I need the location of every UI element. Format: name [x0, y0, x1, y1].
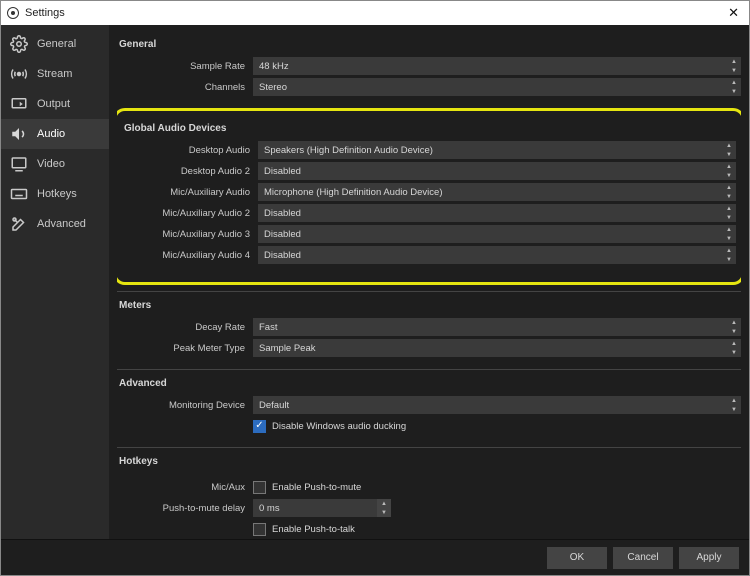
sidebar-item-label: Output — [37, 98, 70, 110]
audio-icon — [9, 125, 29, 143]
group-meters: Meters Decay RateFast▲▼ Peak Meter TypeS… — [117, 291, 741, 365]
monitoring-device-select[interactable]: Default▲▼ — [253, 396, 741, 414]
sidebar-item-audio[interactable]: Audio — [1, 119, 109, 149]
output-icon — [9, 95, 29, 113]
mic-aux-audio-4-select[interactable]: Disabled▲▼ — [258, 246, 736, 264]
close-icon[interactable]: ✕ — [724, 5, 743, 21]
tools-icon — [9, 215, 29, 233]
group-hotkeys: Hotkeys Mic/Aux Enable Push-to-mute Push… — [117, 447, 741, 539]
chevron-up-icon: ▲ — [722, 246, 736, 255]
window-title: Settings — [25, 7, 65, 19]
decay-rate-select[interactable]: Fast▲▼ — [253, 318, 741, 336]
sidebar: General Stream Output Audio — [1, 25, 109, 539]
channels-label: Channels — [117, 82, 253, 93]
sidebar-item-advanced[interactable]: Advanced — [1, 209, 109, 239]
chevron-down-icon: ▼ — [722, 192, 736, 201]
titlebar: Settings ✕ — [1, 1, 749, 25]
chevron-down-icon: ▼ — [727, 66, 741, 75]
desktop-audio-select[interactable]: Speakers (High Definition Audio Device)▲… — [258, 141, 736, 159]
desktop-audio-label: Desktop Audio — [122, 145, 258, 156]
sidebar-item-video[interactable]: Video — [1, 149, 109, 179]
group-general: General Sample Rate 48 kHz ▲▼ Channels S… — [117, 31, 741, 104]
chevron-up-icon: ▲ — [727, 396, 741, 405]
sidebar-item-hotkeys[interactable]: Hotkeys — [1, 179, 109, 209]
chevron-up-icon: ▲ — [727, 339, 741, 348]
mic-aux-audio-3-select[interactable]: Disabled▲▼ — [258, 225, 736, 243]
micaux-ptm-delay-input[interactable]: 0 ms ▲▼ — [253, 499, 391, 517]
sample-rate-select[interactable]: 48 kHz ▲▼ — [253, 57, 741, 75]
sidebar-item-label: General — [37, 38, 76, 50]
micaux-ptm-checkbox[interactable] — [253, 481, 266, 494]
chevron-up-icon: ▲ — [722, 183, 736, 192]
sidebar-item-label: Hotkeys — [37, 188, 77, 200]
group-global-audio-devices: Global Audio Devices Desktop AudioSpeake… — [122, 115, 736, 272]
group-title: General — [117, 35, 741, 56]
chevron-down-icon: ▼ — [722, 171, 736, 180]
chevron-up-icon: ▲ — [722, 225, 736, 234]
desktop-audio-2-select[interactable]: Disabled▲▼ — [258, 162, 736, 180]
sidebar-item-label: Video — [37, 158, 65, 170]
chevron-down-icon[interactable]: ▼ — [377, 508, 391, 517]
main-panel: General Sample Rate 48 kHz ▲▼ Channels S… — [109, 25, 749, 539]
chevron-up-icon: ▲ — [727, 57, 741, 66]
app-icon — [7, 7, 19, 19]
mic-aux-audio-select[interactable]: Microphone (High Definition Audio Device… — [258, 183, 736, 201]
sidebar-item-output[interactable]: Output — [1, 89, 109, 119]
apply-button[interactable]: Apply — [679, 547, 739, 569]
micaux-ptt-checkbox[interactable] — [253, 523, 266, 536]
chevron-down-icon: ▼ — [722, 234, 736, 243]
decay-rate-label: Decay Rate — [117, 322, 253, 333]
chevron-down-icon: ▼ — [727, 87, 741, 96]
micaux-ptm-delay-label: Push-to-mute delay — [117, 503, 253, 514]
mic-aux-audio-2-label: Mic/Auxiliary Audio 2 — [122, 208, 258, 219]
group-title: Global Audio Devices — [122, 119, 736, 140]
chevron-down-icon: ▼ — [727, 327, 741, 336]
mic-aux-audio-4-label: Mic/Auxiliary Audio 4 — [122, 250, 258, 261]
sidebar-item-general[interactable]: General — [1, 29, 109, 59]
sidebar-item-stream[interactable]: Stream — [1, 59, 109, 89]
peak-meter-label: Peak Meter Type — [117, 343, 253, 354]
mic-aux-audio-label: Mic/Auxiliary Audio — [122, 187, 258, 198]
sample-rate-label: Sample Rate — [117, 61, 253, 72]
monitoring-device-label: Monitoring Device — [117, 400, 253, 411]
chevron-up-icon[interactable]: ▲ — [377, 499, 391, 508]
micaux-ptt-label: Enable Push-to-talk — [272, 524, 355, 535]
highlighted-region: Global Audio Devices Desktop AudioSpeake… — [117, 108, 741, 285]
micaux-section-label: Mic/Aux — [117, 482, 253, 493]
sidebar-item-label: Audio — [37, 128, 65, 140]
broadcast-icon — [9, 65, 29, 83]
chevron-up-icon: ▲ — [722, 141, 736, 150]
ducking-checkbox[interactable] — [253, 420, 266, 433]
peak-meter-select[interactable]: Sample Peak▲▼ — [253, 339, 741, 357]
keyboard-icon — [9, 185, 29, 203]
group-title: Hotkeys — [117, 452, 741, 473]
footer: OK Cancel Apply — [1, 539, 749, 575]
chevron-up-icon: ▲ — [727, 318, 741, 327]
chevron-down-icon: ▼ — [727, 405, 741, 414]
chevron-down-icon: ▼ — [727, 348, 741, 357]
gear-icon — [9, 35, 29, 53]
micaux-ptm-label: Enable Push-to-mute — [272, 482, 361, 493]
ok-button[interactable]: OK — [547, 547, 607, 569]
ducking-label: Disable Windows audio ducking — [272, 421, 406, 432]
group-advanced: Advanced Monitoring DeviceDefault▲▼ Disa… — [117, 369, 741, 443]
desktop-audio-2-label: Desktop Audio 2 — [122, 166, 258, 177]
sidebar-item-label: Advanced — [37, 218, 86, 230]
chevron-up-icon: ▲ — [727, 78, 741, 87]
mic-aux-audio-2-select[interactable]: Disabled▲▼ — [258, 204, 736, 222]
chevron-down-icon: ▼ — [722, 150, 736, 159]
mic-aux-audio-3-label: Mic/Auxiliary Audio 3 — [122, 229, 258, 240]
channels-select[interactable]: Stereo ▲▼ — [253, 78, 741, 96]
chevron-up-icon: ▲ — [722, 204, 736, 213]
group-title: Meters — [117, 296, 741, 317]
chevron-down-icon: ▼ — [722, 213, 736, 222]
monitor-icon — [9, 155, 29, 173]
group-title: Advanced — [117, 374, 741, 395]
chevron-up-icon: ▲ — [722, 162, 736, 171]
cancel-button[interactable]: Cancel — [613, 547, 673, 569]
sidebar-item-label: Stream — [37, 68, 72, 80]
chevron-down-icon: ▼ — [722, 255, 736, 264]
